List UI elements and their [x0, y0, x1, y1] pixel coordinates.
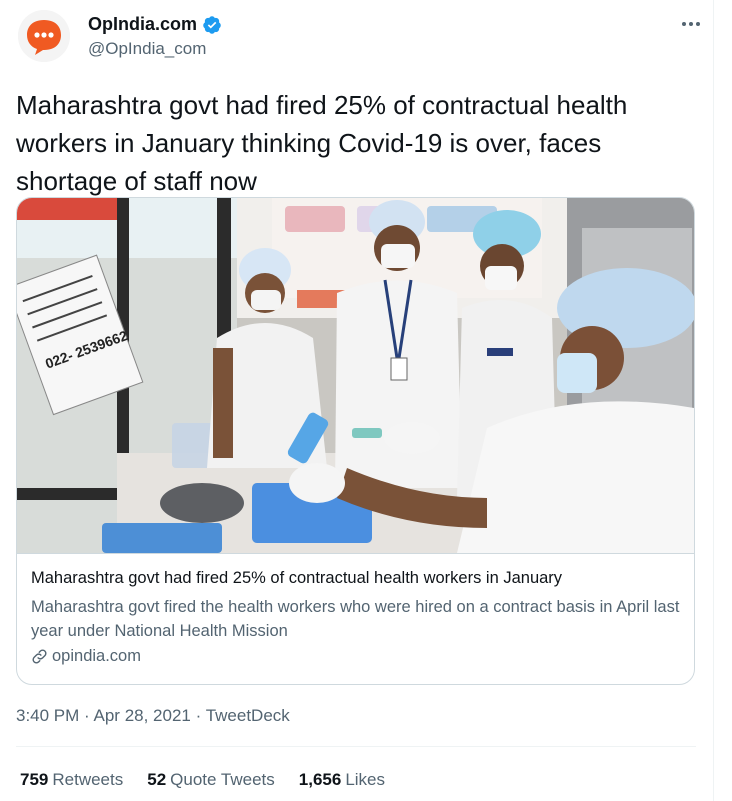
- author-name[interactable]: OpIndia.com: [88, 14, 222, 35]
- engagement-stats: 759 Retweets 52 Quote Tweets 1,656 Likes: [20, 770, 385, 790]
- column-border: [713, 0, 714, 801]
- retweets-count: 759: [20, 770, 49, 789]
- stats-divider: [16, 746, 696, 747]
- health-workers-photo: 022- 2539662: [17, 198, 694, 553]
- meta-separator: ·: [84, 706, 90, 725]
- author-name-text[interactable]: OpIndia.com: [88, 14, 197, 35]
- tweet-date[interactable]: Apr 28, 2021: [94, 706, 191, 725]
- card-description: Maharashtra govt fired the health worker…: [31, 598, 680, 640]
- likes-count: 1,656: [298, 770, 342, 789]
- card-title[interactable]: Maharashtra govt had fired 25% of contra…: [31, 569, 562, 588]
- link-preview-card[interactable]: 022- 2539662 Maharashtra govt had fired …: [16, 197, 695, 685]
- more-dot-icon: [682, 22, 686, 26]
- quote-tweets-label: Quote Tweets: [170, 770, 275, 789]
- opindia-logo-icon: [18, 10, 70, 62]
- quote-tweets-count: 52: [147, 770, 167, 789]
- tweet-source-link[interactable]: TweetDeck: [206, 706, 290, 725]
- more-dot-icon: [689, 22, 693, 26]
- link-icon: [32, 649, 47, 664]
- tweet-header: OpIndia.com @OpIndia_com: [18, 10, 708, 66]
- verified-badge-icon: [203, 15, 221, 34]
- card-domain-text[interactable]: opindia.com: [52, 647, 141, 666]
- tweet-timestamp: 3:40 PM · Apr 28, 2021 · TweetDeck: [16, 706, 290, 726]
- retweets-label: Retweets: [52, 770, 124, 789]
- card-image[interactable]: 022- 2539662: [17, 198, 694, 553]
- quote-tweets-stat[interactable]: 52 Quote Tweets: [147, 770, 275, 790]
- card-info[interactable]: Maharashtra govt had fired 25% of contra…: [17, 553, 694, 684]
- tweet-time[interactable]: 3:40 PM: [16, 706, 79, 725]
- card-domain[interactable]: opindia.com: [31, 647, 141, 666]
- more-dot-icon: [696, 22, 700, 26]
- avatar[interactable]: [18, 10, 70, 62]
- meta-separator: ·: [195, 706, 202, 725]
- likes-label: Likes: [345, 770, 385, 789]
- tweet-time-link[interactable]: 3:40 PM · Apr 28, 2021: [16, 706, 191, 725]
- retweets-stat[interactable]: 759 Retweets: [20, 770, 123, 790]
- author-handle[interactable]: @OpIndia_com: [88, 39, 206, 59]
- tweet-text: Maharashtra govt had fired 25% of contra…: [16, 90, 628, 196]
- likes-stat[interactable]: 1,656 Likes: [299, 770, 385, 790]
- tweet-source[interactable]: TweetDeck: [206, 706, 290, 725]
- more-options-button[interactable]: [674, 10, 708, 38]
